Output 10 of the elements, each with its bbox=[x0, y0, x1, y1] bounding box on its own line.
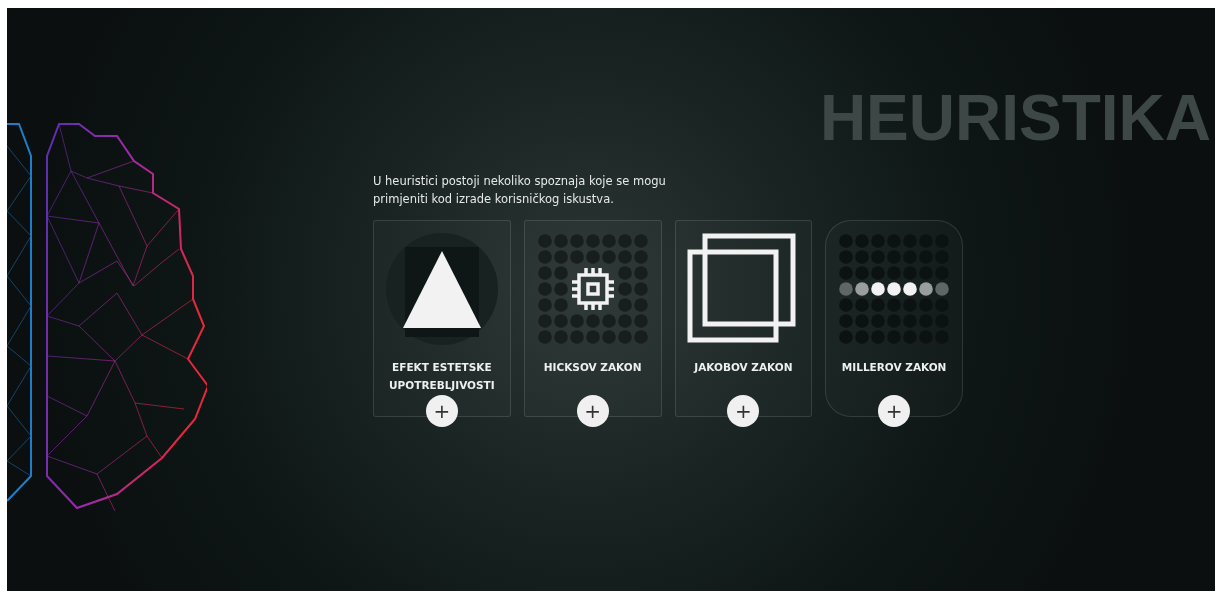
expand-button[interactable]: + bbox=[727, 395, 760, 427]
card-title: HICKSOV ZAKON bbox=[543, 360, 642, 375]
card-title: MILLEROV ZAKON bbox=[841, 360, 947, 375]
page-title: HEURISTIKA bbox=[819, 86, 1211, 150]
expand-button[interactable]: + bbox=[878, 395, 911, 427]
intro-text: U heuristici postoji nekoliko spoznaja koje se mogu primjeniti kod izrade korisničkog iskustva. bbox=[373, 173, 667, 208]
expand-button[interactable]: + bbox=[425, 395, 458, 427]
card-title: EFEKT ESTETSKE UPOTREBLJIVOSTI bbox=[388, 360, 496, 393]
card-title: JAKOBOV ZAKON bbox=[694, 360, 793, 375]
expand-button[interactable]: + bbox=[576, 395, 609, 427]
